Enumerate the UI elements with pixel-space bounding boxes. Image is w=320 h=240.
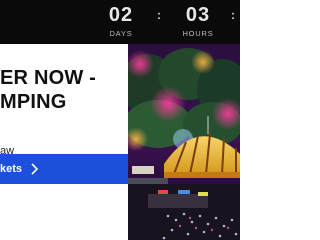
tickets-button[interactable]: kets xyxy=(0,154,140,184)
tickets-button-label: kets xyxy=(0,163,23,175)
hours-label: HOURS xyxy=(182,29,214,38)
countdown-separator: : xyxy=(157,8,161,22)
countdown-hours: 03 HOURS xyxy=(177,4,219,38)
festival-photo xyxy=(128,44,240,240)
promo-panel: ER NOW - MPING aw xyxy=(0,44,128,240)
days-label: DAYS xyxy=(109,29,133,38)
days-value: 02 xyxy=(108,4,134,26)
countdown-separator: : xyxy=(231,8,235,22)
hours-value: 03 xyxy=(185,4,211,26)
countdown-days: 02 DAYS xyxy=(100,4,142,38)
headline-line-2: MPING xyxy=(0,91,67,113)
chevron-right-icon xyxy=(30,163,39,175)
headline-line-1: ER NOW - xyxy=(0,67,97,89)
promo-headline: ER NOW - MPING xyxy=(0,66,128,114)
countdown-bar: 02 DAYS : 03 HOURS : xyxy=(0,0,240,44)
